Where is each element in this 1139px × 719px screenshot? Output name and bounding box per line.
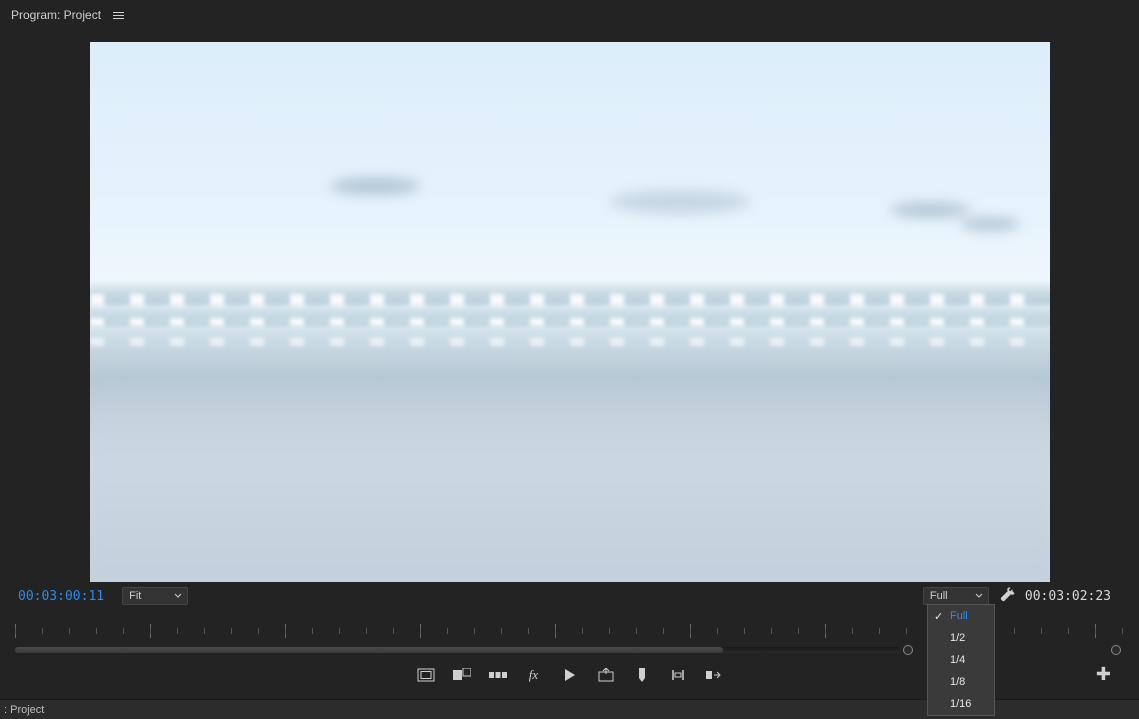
resolution-value: Full [930, 590, 948, 602]
resolution-option-sixteenth[interactable]: 1/16 [928, 693, 994, 715]
controls-row: 00:03:00:11 Fit Full 00:03:02:23 [0, 586, 1139, 606]
extract-icon[interactable] [705, 666, 723, 684]
resolution-option-eighth[interactable]: 1/8 [928, 671, 994, 693]
footer-label: : Project [4, 704, 44, 716]
fx-icon[interactable]: fx [525, 666, 543, 684]
current-timecode[interactable]: 00:03:00:11 [18, 589, 104, 604]
duration-timecode: 00:03:02:23 [1025, 589, 1111, 604]
zoom-level-dropdown[interactable]: Fit [122, 587, 188, 605]
chevron-down-icon [975, 592, 983, 600]
program-viewer[interactable] [90, 42, 1050, 582]
play-icon[interactable] [561, 666, 579, 684]
panel-title: Program: Project [11, 8, 101, 22]
resolution-option-full[interactable]: Full [928, 605, 994, 627]
scroll-track[interactable] [15, 647, 900, 653]
lift-icon[interactable] [669, 666, 687, 684]
marker-icon[interactable] [633, 666, 651, 684]
resolution-option-quarter[interactable]: 1/4 [928, 649, 994, 671]
scroll-handle-left[interactable] [903, 645, 913, 655]
zoom-level-value: Fit [129, 590, 141, 602]
resolution-option-half[interactable]: 1/2 [928, 627, 994, 649]
panel-menu-icon[interactable] [113, 12, 124, 19]
settings-wrench-icon[interactable] [999, 587, 1015, 606]
resolution-dropdown[interactable]: Full [923, 587, 989, 605]
safe-margins-icon[interactable] [417, 666, 435, 684]
scroll-thumb[interactable] [15, 647, 723, 653]
scroll-handle-right[interactable] [1111, 645, 1121, 655]
mark-clip-icon[interactable] [489, 666, 507, 684]
viewer-container [0, 30, 1139, 582]
button-editor-plus-icon[interactable]: ✚ [1096, 664, 1111, 685]
comparison-view-icon[interactable] [453, 666, 471, 684]
panel-header: Program: Project [0, 0, 1139, 30]
export-frame-icon[interactable] [597, 666, 615, 684]
program-monitor-panel: Program: Project 00:03:00:11 Fit Full [0, 0, 1139, 719]
chevron-down-icon [174, 592, 182, 600]
resolution-dropdown-menu: Full 1/2 1/4 1/8 1/16 [927, 604, 995, 716]
